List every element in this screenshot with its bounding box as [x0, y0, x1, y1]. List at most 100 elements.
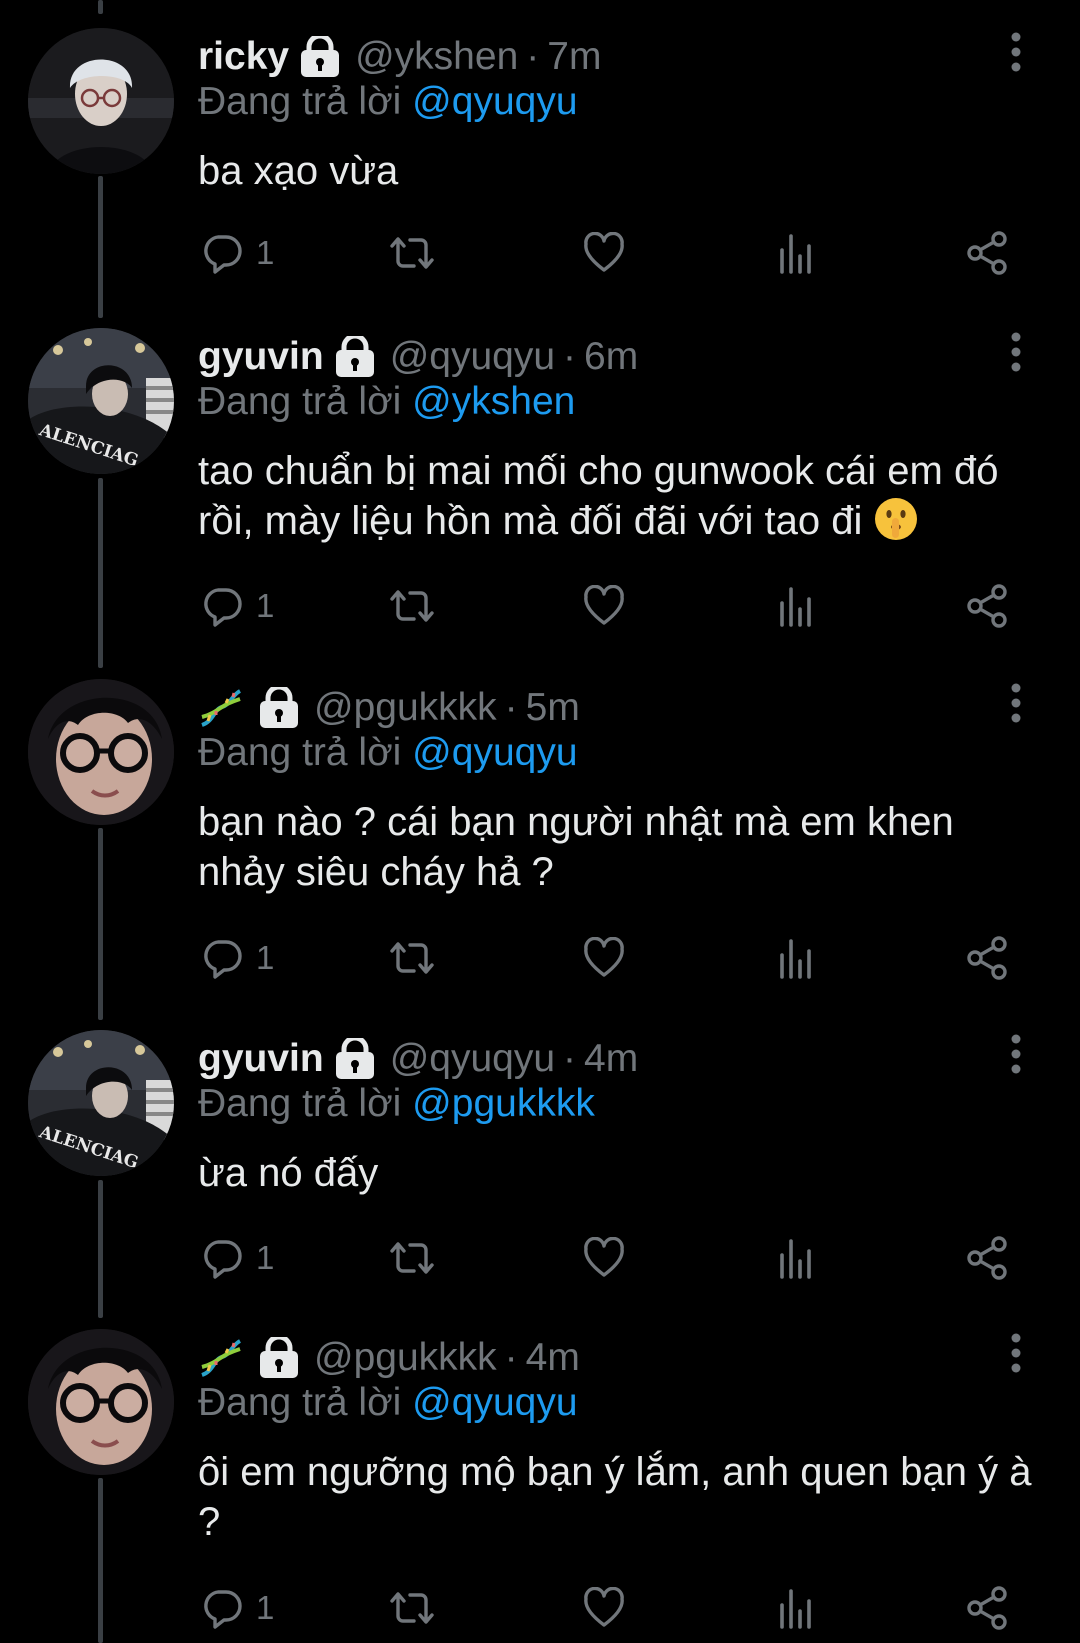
replying-prefix: Đang trả lời	[198, 1381, 402, 1424]
reply-button[interactable]: 1	[200, 930, 274, 986]
tweet-actions: 1	[198, 1230, 1028, 1286]
views-icon[interactable]	[778, 937, 814, 979]
retweet-button[interactable]	[388, 578, 436, 634]
share-icon[interactable]	[966, 584, 1010, 628]
tweet-text-content: bạn nào ? cái bạn người nhật mà em khen …	[198, 800, 954, 894]
reply-icon	[200, 936, 244, 980]
like-button[interactable]	[582, 1580, 626, 1636]
like-button[interactable]	[582, 225, 626, 281]
share-icon[interactable]	[966, 1236, 1010, 1280]
timestamp[interactable]: 4m	[526, 1336, 580, 1380]
handle[interactable]: @pgukkkk	[314, 686, 497, 730]
tweet-text-content: ừa nó đấy	[198, 1151, 379, 1195]
retweet-button[interactable]	[388, 1230, 436, 1286]
views-icon[interactable]	[778, 585, 814, 627]
handle[interactable]: @pgukkkk	[314, 1336, 497, 1380]
retweet-icon	[388, 1586, 436, 1630]
reply-button[interactable]: 1	[200, 225, 274, 281]
reply-button[interactable]: 1	[200, 1580, 274, 1636]
replying-prefix: Đang trả lời	[198, 1082, 402, 1125]
tweet-text: ba xạo vừa	[198, 146, 1038, 196]
replying-to: Đang trả lời @ykshen	[198, 380, 575, 424]
separator-dot: ·	[504, 686, 518, 729]
display-name[interactable]: gyuvin	[198, 1037, 324, 1081]
tweet-header: @pgukkkk · 5m	[198, 679, 580, 737]
timestamp[interactable]: 5m	[526, 686, 580, 730]
separator-dot: ·	[563, 1037, 577, 1080]
reply-count: 1	[256, 587, 275, 624]
retweet-button[interactable]	[388, 930, 436, 986]
reply-icon	[200, 231, 244, 275]
avatar[interactable]: ALENCIAG	[28, 1030, 174, 1176]
views-button[interactable]	[778, 225, 814, 281]
display-name[interactable]: gyuvin	[198, 335, 324, 379]
mention-link[interactable]: @qyuqyu	[412, 1381, 577, 1424]
tweet-text: bạn nào ? cái bạn người nhật mà em khen …	[198, 797, 1038, 897]
tweet-header: @pgukkkk · 4m	[198, 1329, 580, 1387]
views-button[interactable]	[778, 1580, 814, 1636]
share-icon[interactable]	[966, 936, 1010, 980]
views-button[interactable]	[778, 578, 814, 634]
handle[interactable]: @ykshen	[355, 35, 518, 79]
tweet-text-content: ôi em ngưỡng mộ bạn ý lắm, anh quen bạn …	[198, 1450, 1032, 1544]
retweet-button[interactable]	[388, 225, 436, 281]
mention-link[interactable]: @pgukkkk	[412, 1082, 595, 1125]
separator-dot: ·	[526, 35, 540, 78]
tweet-actions: 1	[198, 578, 1028, 634]
reply-count: 1	[256, 1589, 275, 1626]
mention-link[interactable]: @ykshen	[412, 380, 575, 423]
timestamp[interactable]: 4m	[584, 1037, 638, 1081]
avatar[interactable]	[28, 1329, 174, 1475]
views-icon[interactable]	[778, 232, 814, 274]
reply-count: 1	[256, 234, 275, 271]
handle[interactable]: @qyuqyu	[390, 335, 555, 379]
tweet-actions: 1	[198, 1580, 1028, 1636]
retweet-button[interactable]	[388, 1580, 436, 1636]
thread-line	[98, 1180, 103, 1318]
timestamp[interactable]: 7m	[547, 35, 601, 79]
more-vertical-icon[interactable]	[1008, 1034, 1024, 1074]
share-icon[interactable]	[966, 231, 1010, 275]
avatar[interactable]	[28, 28, 174, 174]
tweet-text: tao chuẩn bị mai mối cho gunwook cái em …	[198, 446, 1038, 546]
separator-dot: ·	[563, 335, 577, 378]
share-button[interactable]	[966, 1580, 1010, 1636]
more-vertical-icon[interactable]	[1008, 1333, 1024, 1373]
thread-line	[98, 828, 103, 1020]
share-button[interactable]	[966, 225, 1010, 281]
timestamp[interactable]: 6m	[584, 335, 638, 379]
replying-to: Đang trả lời @qyuqyu	[198, 1381, 578, 1425]
share-button[interactable]	[966, 930, 1010, 986]
views-icon[interactable]	[778, 1237, 814, 1279]
replying-to: Đang trả lời @pgukkkk	[198, 1082, 595, 1126]
lock-icon	[258, 1334, 300, 1379]
views-button[interactable]	[778, 1230, 814, 1286]
lock-icon	[334, 333, 376, 378]
share-button[interactable]	[966, 578, 1010, 634]
avatar[interactable]	[28, 679, 174, 825]
like-button[interactable]	[582, 930, 626, 986]
replying-prefix: Đang trả lời	[198, 380, 402, 423]
mention-link[interactable]: @qyuqyu	[412, 731, 577, 774]
more-vertical-icon[interactable]	[1008, 683, 1024, 723]
avatar[interactable]: ALENCIAG	[28, 328, 174, 474]
display-name[interactable]: ricky	[198, 35, 289, 79]
reply-button[interactable]: 1	[200, 578, 274, 634]
replying-to: Đang trả lời @qyuqyu	[198, 731, 578, 775]
like-button[interactable]	[582, 578, 626, 634]
lock-icon	[299, 33, 341, 78]
retweet-icon	[388, 584, 436, 628]
views-icon[interactable]	[778, 1587, 814, 1629]
more-vertical-icon[interactable]	[1008, 32, 1024, 72]
share-icon[interactable]	[966, 1586, 1010, 1630]
more-vertical-icon[interactable]	[1008, 332, 1024, 372]
share-button[interactable]	[966, 1230, 1010, 1286]
reply-icon	[200, 1236, 244, 1280]
retweet-icon	[388, 936, 436, 980]
tweet-header: ricky @ykshen · 7m	[198, 28, 601, 86]
reply-button[interactable]: 1	[200, 1230, 274, 1286]
mention-link[interactable]: @qyuqyu	[412, 80, 577, 123]
handle[interactable]: @qyuqyu	[390, 1037, 555, 1081]
views-button[interactable]	[778, 930, 814, 986]
like-button[interactable]	[582, 1230, 626, 1286]
